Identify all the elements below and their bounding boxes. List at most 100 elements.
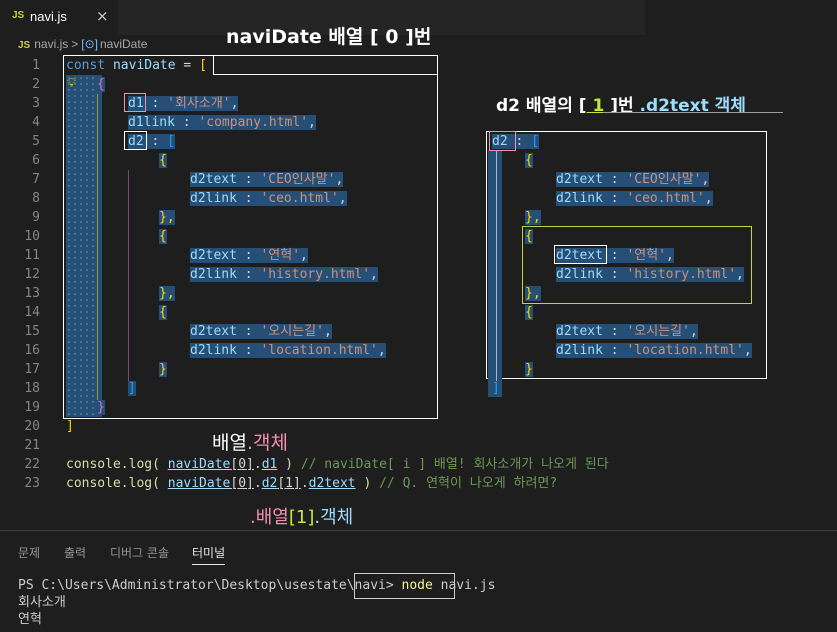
annotation-box-command bbox=[354, 573, 455, 599]
bracket: { bbox=[525, 153, 533, 168]
paren: ) bbox=[355, 476, 372, 491]
annotation-box-navidate bbox=[63, 55, 438, 419]
panel-tab-debug-console[interactable]: 디버그 콘솔 bbox=[110, 544, 169, 561]
bracket: ] bbox=[492, 381, 500, 396]
dot: . bbox=[253, 476, 262, 491]
breadcrumb-file[interactable]: navi.js bbox=[34, 37, 68, 51]
line-number: 2 bbox=[32, 77, 40, 92]
line-number-gutter: 1 2 3 4 5 6 7 8 9 10 11 12 13 14 15 16 1… bbox=[0, 56, 40, 493]
annotation-text: .객체 bbox=[246, 432, 288, 454]
identifier: naviDate bbox=[167, 457, 231, 472]
line-number: 7 bbox=[32, 172, 40, 187]
line-number: 16 bbox=[24, 343, 40, 358]
line-number: 6 bbox=[32, 153, 40, 168]
tab-navi-js[interactable]: JS navi.js × bbox=[0, 0, 118, 35]
dot: . bbox=[300, 476, 309, 491]
property-key: d2text bbox=[556, 324, 603, 339]
string-value: '연혁' bbox=[626, 248, 667, 263]
line-number: 15 bbox=[24, 324, 40, 339]
line-number: 17 bbox=[24, 362, 40, 377]
line-number: 3 bbox=[32, 96, 40, 111]
right-code-line-12: d2link : 'location.html', bbox=[556, 341, 752, 360]
line-number: 5 bbox=[32, 134, 40, 149]
annotation-text: d2 배열의 [ bbox=[496, 96, 587, 116]
annotation-text: 배열 bbox=[212, 432, 247, 454]
colon: : bbox=[602, 172, 627, 187]
dot: . bbox=[253, 457, 262, 472]
colon: : bbox=[602, 191, 627, 206]
annotation-box-d2text bbox=[554, 245, 607, 264]
annotation-text: .배열 bbox=[250, 507, 289, 528]
comma: , bbox=[701, 172, 710, 187]
annotation-text: .d2text 객체 bbox=[639, 96, 746, 116]
line-number: 1 bbox=[32, 58, 40, 73]
annotation-box-d2-key bbox=[489, 131, 516, 151]
string-value: 'history.html' bbox=[626, 267, 737, 282]
right-code-line-8: d2link : 'history.html', bbox=[556, 265, 744, 284]
function-call: console.log( bbox=[66, 476, 160, 491]
line-number: 12 bbox=[24, 267, 40, 282]
bracket: { bbox=[525, 229, 533, 244]
line-number: 10 bbox=[24, 229, 40, 244]
javascript-file-icon: JS bbox=[12, 10, 25, 21]
right-code-line-11: d2text : '오시는길', bbox=[556, 322, 698, 341]
annotation-title-underline bbox=[213, 55, 438, 75]
line-number: 4 bbox=[32, 115, 40, 130]
line-number: 21 bbox=[24, 438, 40, 453]
panel-tab-terminal[interactable]: 터미널 bbox=[192, 544, 226, 565]
property: d1 bbox=[261, 457, 278, 472]
line-number: 9 bbox=[32, 210, 40, 225]
breadcrumb-symbol[interactable]: naviDate bbox=[100, 37, 147, 51]
bracket: }, bbox=[525, 210, 541, 225]
right-code-line-14: ] bbox=[492, 379, 500, 398]
line-number: 22 bbox=[24, 457, 40, 472]
line-number: 20 bbox=[24, 419, 40, 434]
string-value: 'location.html' bbox=[626, 343, 744, 358]
index: [1] bbox=[277, 476, 301, 491]
annotation-array-index-object: .배열[1].객체 bbox=[250, 503, 353, 529]
comma: , bbox=[704, 191, 713, 206]
close-icon[interactable]: × bbox=[96, 7, 109, 25]
annotation-array-object: 배열.객체 bbox=[212, 428, 288, 455]
annotation-title-left: naviDate 배열 [ 0 ]번 bbox=[226, 26, 432, 48]
tab-label: navi.js bbox=[30, 9, 67, 24]
annotation-index: 1 bbox=[586, 96, 611, 116]
index: [0] bbox=[230, 476, 254, 491]
line-number: 18 bbox=[24, 381, 40, 396]
colon: : bbox=[602, 343, 627, 358]
right-code-line-4: d2link : 'ceo.html', bbox=[556, 189, 713, 208]
paren: ) bbox=[277, 457, 293, 472]
bracket: }, bbox=[525, 286, 541, 301]
comma: , bbox=[743, 343, 752, 358]
index: [0] bbox=[230, 457, 254, 472]
identifier: naviDate bbox=[167, 476, 231, 491]
comma: , bbox=[689, 324, 698, 339]
right-code-line-3: d2text : 'CEO인사말', bbox=[556, 170, 710, 189]
bracket: [ bbox=[531, 134, 539, 149]
line-number: 13 bbox=[24, 286, 40, 301]
annotation-text: ]번 bbox=[610, 96, 640, 116]
string-value: '오시는길' bbox=[626, 324, 690, 339]
variable-symbol-icon: [⊙] bbox=[81, 37, 98, 51]
property-key: d2link bbox=[556, 191, 603, 206]
property-key: d2link bbox=[556, 267, 603, 282]
annotation-underline bbox=[603, 112, 783, 113]
comma: , bbox=[736, 267, 744, 282]
right-code-line-13: } bbox=[525, 360, 533, 379]
panel-tab-problems[interactable]: 문제 bbox=[18, 544, 40, 561]
right-code-line-10: { bbox=[525, 303, 533, 322]
code-line-22[interactable]: console.log( naviDate[0].d1 ) // naviDat… bbox=[66, 455, 609, 474]
bracket: { bbox=[525, 305, 533, 320]
colon: : bbox=[602, 324, 627, 339]
right-code-line-5: }, bbox=[525, 208, 541, 227]
annotation-box-d2 bbox=[124, 131, 147, 150]
code-line-20[interactable]: ] bbox=[66, 417, 74, 436]
line-number: 14 bbox=[24, 305, 40, 320]
function-call: console.log( bbox=[66, 457, 160, 472]
property-key: d2text bbox=[556, 172, 603, 187]
code-line-23[interactable]: console.log( naviDate[0].d2[1].d2text ) … bbox=[66, 474, 557, 493]
terminal-output-line: 연혁 bbox=[18, 612, 42, 627]
annotation-text: .객체 bbox=[314, 507, 354, 528]
panel-tab-output[interactable]: 출력 bbox=[64, 544, 86, 561]
bottom-panel: 문제 출력 디버그 콘솔 터미널 PS C:\Users\Administrat… bbox=[0, 530, 837, 632]
